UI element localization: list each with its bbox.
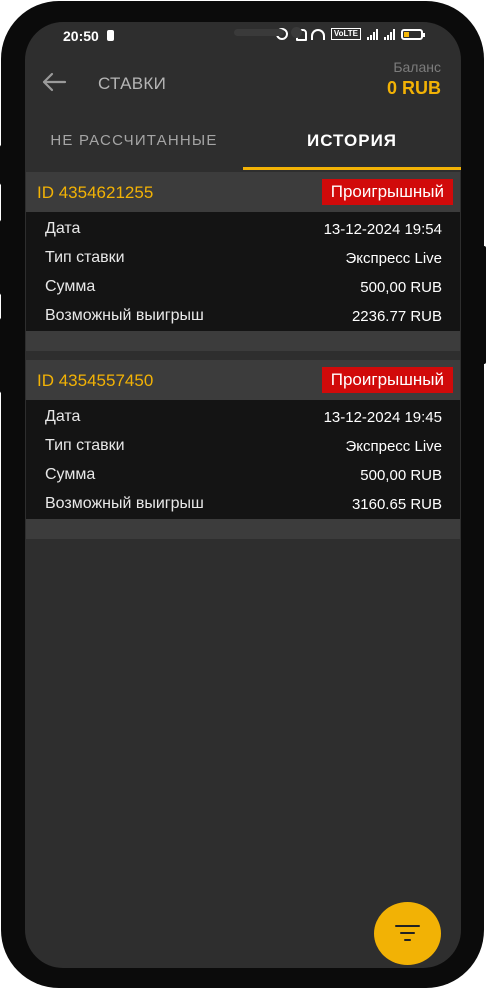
tab-bar: НЕ РАССЧИТАННЫЕ ИСТОРИЯ	[25, 122, 461, 170]
bet-header[interactable]: ID 4354621255 Проигрышный	[26, 172, 460, 212]
row-value: 13-12-2024 19:45	[323, 409, 442, 426]
phone-side-button	[0, 318, 6, 393]
bet-row-date: Дата 13-12-2024 19:45	[26, 403, 460, 432]
wifi-icon	[310, 28, 325, 40]
bet-footer	[26, 519, 460, 539]
bet-details: Дата 13-12-2024 19:45 Тип ставки Экспрес…	[26, 400, 460, 519]
bet-row-amount: Сумма 500,00 RUB	[26, 273, 460, 302]
tab-unsettled[interactable]: НЕ РАССЧИТАННЫЕ	[25, 122, 243, 170]
row-label: Сумма	[45, 466, 96, 483]
row-value: 500,00 RUB	[360, 467, 442, 484]
phone-side-button	[0, 145, 6, 185]
arrow-left-icon	[42, 72, 67, 92]
volte-badge: VoLTE	[330, 28, 361, 40]
filter-icon	[395, 925, 420, 942]
page-title: СТАВКИ	[98, 74, 167, 93]
bet-card[interactable]: ID 4354557450 Проигрышный Дата 13-12-202…	[26, 360, 460, 539]
phone-screen: 20:50 VoLTE СТАВКИ Баланс 0 RUB НЕ РАССЧ…	[25, 22, 461, 968]
bet-row-possible-win: Возможный выигрыш 3160.65 RUB	[26, 490, 460, 519]
row-label: Возможный выигрыш	[45, 495, 204, 512]
bet-row-amount: Сумма 500,00 RUB	[26, 461, 460, 490]
balance-label: Баланс	[393, 59, 441, 75]
row-value: 13-12-2024 19:54	[323, 221, 442, 238]
phone-side-button	[480, 246, 486, 364]
status-badge: Проигрышный	[321, 367, 453, 393]
filter-button[interactable]	[374, 902, 441, 965]
bet-details: Дата 13-12-2024 19:54 Тип ставки Экспрес…	[26, 212, 460, 331]
signal-icon	[384, 28, 395, 40]
signal-icon	[367, 28, 378, 40]
row-label: Дата	[45, 220, 81, 237]
bet-row-date: Дата 13-12-2024 19:54	[26, 215, 460, 244]
row-value: 2236.77 RUB	[351, 308, 442, 325]
app-header: СТАВКИ Баланс 0 RUB	[25, 52, 461, 114]
row-value: 500,00 RUB	[360, 279, 442, 296]
status-bar: 20:50 VoLTE	[25, 22, 461, 52]
row-value: 3160.65 RUB	[351, 496, 442, 513]
row-value: Экспресс Live	[345, 250, 442, 267]
row-value: Экспресс Live	[345, 438, 442, 455]
row-label: Тип ставки	[45, 249, 125, 266]
bet-card[interactable]: ID 4354621255 Проигрышный Дата 13-12-202…	[26, 172, 460, 351]
status-time: 20:50	[63, 28, 99, 44]
back-button[interactable]	[41, 70, 67, 94]
tab-history[interactable]: ИСТОРИЯ	[243, 122, 461, 170]
bet-id: ID 4354557450	[37, 371, 154, 390]
bet-id: ID 4354621255	[37, 183, 154, 202]
status-badge: Проигрышный	[321, 179, 453, 205]
front-camera	[291, 27, 302, 38]
balance-value: 0 RUB	[386, 78, 441, 98]
bet-row-type: Тип ставки Экспресс Live	[26, 432, 460, 461]
row-label: Возможный выигрыш	[45, 307, 204, 324]
row-label: Тип ставки	[45, 437, 125, 454]
phone-side-button	[0, 220, 6, 295]
row-label: Дата	[45, 408, 81, 425]
bet-footer	[26, 331, 460, 351]
lock-icon	[107, 30, 114, 41]
active-tab-indicator	[243, 167, 461, 170]
speaker-grille	[234, 29, 284, 36]
battery-icon	[401, 28, 425, 40]
row-label: Сумма	[45, 278, 96, 295]
bet-header[interactable]: ID 4354557450 Проигрышный	[26, 360, 460, 400]
bet-row-type: Тип ставки Экспресс Live	[26, 244, 460, 273]
bet-row-possible-win: Возможный выигрыш 2236.77 RUB	[26, 302, 460, 331]
